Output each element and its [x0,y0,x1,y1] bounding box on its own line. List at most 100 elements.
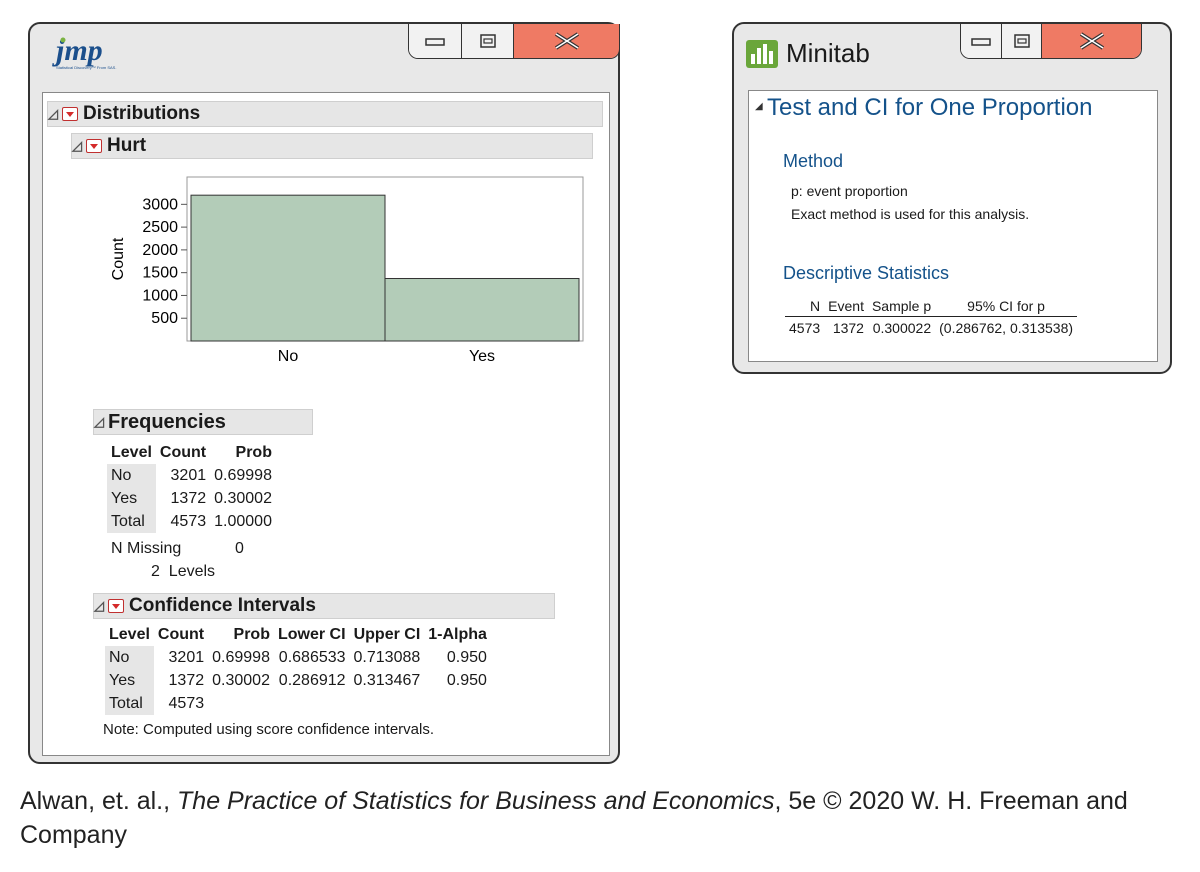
table-row: 4573 1372 0.300022 (0.286762, 0.313538) [785,317,1077,340]
close-button[interactable] [1041,24,1141,58]
disclosure-triangle-icon[interactable]: ◿ [94,414,104,430]
column-header: Count [159,444,207,461]
confidence-intervals-table: Level Count Prob Lower CI Upper CI 1-Alp… [105,623,491,715]
table-cell: 3201 [170,467,207,484]
ci-title: Confidence Intervals [129,595,316,616]
table-row: Total 4573 [105,692,491,715]
table-row: No 3201 0.69998 0.686533 0.713088 0.950 [105,646,491,669]
column-header: Level [111,444,152,461]
minimize-button[interactable] [961,24,1001,58]
minitab-output-pane: ◢ Test and CI for One Proportion Method … [748,90,1158,362]
table-cell: Total [107,510,156,533]
y-tick-label: 1000 [142,287,178,304]
table-cell: No [107,464,156,487]
window-controls [960,24,1142,59]
n-missing-value: 0 [235,540,244,557]
caption-prefix: Alwan, et. al., [20,787,178,815]
method-heading: Method [783,151,844,171]
levels-text: 2 Levels [151,563,216,580]
table-row: Total 4573 1.00000 [107,510,276,533]
column-header: N [785,296,825,317]
close-button[interactable] [513,24,619,58]
minitab-titlebar: Minitab [746,38,870,69]
table-cell [274,692,350,715]
table-cell: 1372 [832,320,864,336]
table-header-row: Level Count Prob [107,441,276,464]
minimize-icon [425,38,445,46]
disclosure-triangle-icon[interactable]: ◿ [94,598,104,614]
maximize-button[interactable] [461,24,513,58]
table-cell: 1.00000 [214,513,272,530]
table-row: Yes 1372 0.30002 [107,487,276,510]
confidence-intervals-outline-header[interactable]: ◿ Confidence Intervals [93,593,555,619]
column-header: Level [109,626,150,643]
distributions-outline-header[interactable]: ◿ Distributions [47,101,603,127]
section-title: Test and CI for One Proportion [767,94,1093,121]
table-cell: (0.286762, 0.313538) [939,320,1074,336]
red-triangle-menu-icon[interactable] [86,139,102,153]
jmp-logo: jmp Statistical Discovery™ From SAS. [50,34,130,79]
table-cell: 0.713088 [353,649,421,666]
descriptive-stats-table: N Event Sample p 95% CI for p 4573 1372 … [785,296,1078,340]
disclosure-triangle-icon[interactable]: ◿ [48,106,58,122]
y-tick-label: 500 [151,310,178,327]
column-header: Event [824,296,868,317]
svg-text:jmp: jmp [52,34,103,67]
table-cell: Yes [105,669,154,692]
table-header-row: N Event Sample p 95% CI for p [785,296,1078,317]
minimize-button[interactable] [409,24,461,58]
descriptive-stats-heading: Descriptive Statistics [783,263,950,283]
column-header: 1-Alpha [428,626,487,643]
column-header: Lower CI [277,626,346,643]
close-icon [554,32,579,50]
column-header: Sample p [867,296,936,317]
ci-note: Note: Computed using score confidence in… [103,721,435,738]
maximize-icon [479,34,496,48]
table-cell [350,692,425,715]
caption-book-title: The Practice of Statistics for Business … [177,787,775,815]
minimize-icon [971,38,991,46]
minitab-logo-icon [746,39,778,68]
hurt-bar-chart: Count 3000 2500 2000 1500 1000 500 No Yes [110,176,584,365]
svg-text:Statistical Discovery™ From SA: Statistical Discovery™ From SAS. [56,65,116,70]
method-line: p: event proportion [791,183,908,199]
maximize-icon [1013,34,1030,48]
table-cell: 0.300022 [872,320,932,336]
y-tick-label: 2000 [142,242,178,259]
hurt-outline-header[interactable]: ◿ Hurt [71,133,593,159]
table-cell: 0.30002 [212,672,270,689]
hurt-title: Hurt [107,135,147,156]
y-tick-label: 3000 [142,196,178,213]
app-title: Minitab [786,38,870,68]
frequencies-outline-header[interactable]: ◿ Frequencies [93,409,313,435]
red-triangle-menu-icon[interactable] [62,107,78,121]
jmp-logo-graphic: jmp Statistical Discovery™ From SAS. [52,34,116,70]
column-header: Upper CI [353,626,421,643]
column-header: Prob [235,444,272,461]
table-cell: Yes [107,487,156,510]
y-tick-label: 2500 [142,219,178,236]
table-row: Yes 1372 0.30002 0.286912 0.313467 0.950 [105,669,491,692]
table-cell: 0.313467 [353,672,421,689]
column-header: 95% CI for p [935,296,1078,317]
frequencies-title: Frequencies [108,410,226,433]
table-cell: 0.30002 [214,490,272,507]
table-header-row: Level Count Prob Lower CI Upper CI 1-Alp… [105,623,491,646]
red-triangle-menu-icon[interactable] [108,599,124,613]
table-cell: Total [105,692,154,715]
minitab-window: Minitab ◢ Test and CI for One Proportion… [732,22,1172,374]
column-header: Prob [233,626,270,643]
bar-no [190,194,386,342]
table-cell [424,692,491,715]
jmp-window: jmp Statistical Discovery™ From SAS. ◿ D… [28,22,620,764]
table-cell: 0.69998 [212,649,270,666]
window-controls [408,24,620,59]
maximize-button[interactable] [1001,24,1041,58]
method-line: Exact method is used for this analysis. [791,206,1030,222]
table-cell: 4573 [170,513,207,530]
disclosure-triangle-icon[interactable]: ◿ [72,138,82,154]
table-cell: 0.950 [446,672,487,689]
frequencies-table: Level Count Prob No 3201 0.69998 Yes 137… [107,441,276,533]
x-tick-label: No [278,348,299,365]
collapse-triangle-icon[interactable]: ◢ [755,101,763,112]
